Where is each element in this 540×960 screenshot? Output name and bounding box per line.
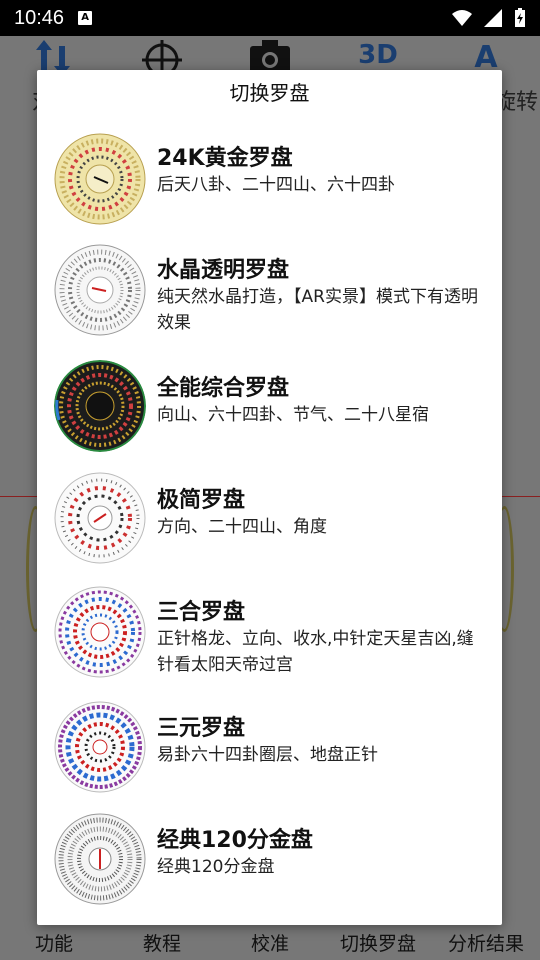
item-title: 极简罗盘 (157, 488, 246, 513)
item-title: 三合罗盘 (157, 600, 246, 625)
compass-option-gold[interactable]: 24K黄金罗盘 后天八卦、二十四山、六十四卦 (37, 128, 502, 234)
switch-compass-dialog: 切换罗盘 24K黄金罗盘 后天八卦、二十四山、六十四卦 水晶透明罗盘 纯天然水晶… (37, 70, 502, 925)
item-title: 三元罗盘 (157, 716, 246, 741)
nav-analysis[interactable]: 分析结果 (432, 929, 540, 956)
item-desc: 纯天然水晶打造，【AR实景】模式下有透明效果 (157, 287, 478, 333)
item-title: 24K黄金罗盘 (157, 146, 293, 171)
nav-calibrate[interactable]: 校准 (216, 929, 324, 956)
bottom-nav: 功能 教程 校准 切换罗盘 分析结果 (0, 924, 540, 960)
compass-option-sanhe[interactable]: 三合罗盘 正针格龙、立向、收水,中针定天星吉凶,缝针看太阳天帝过宫 (37, 584, 502, 696)
minimal-compass-icon (54, 472, 146, 564)
status-bar: 10:46 A (0, 0, 540, 36)
dialog-title: 切换罗盘 (229, 81, 310, 105)
compass-option-classic120[interactable]: 经典120分金盘 经典120分金盘 (37, 812, 502, 912)
compass-option-crystal[interactable]: 水晶透明罗盘 纯天然水晶打造，【AR实景】模式下有透明效果 (37, 242, 502, 358)
item-desc: 经典120分金盘 (157, 857, 275, 877)
item-title: 经典120分金盘 (157, 828, 313, 853)
nav-function[interactable]: 功能 (0, 929, 108, 956)
notification-badge-icon: A (78, 11, 93, 25)
item-desc: 正针格龙、立向、收水,中针定天星吉凶,缝针看太阳天帝过宫 (157, 629, 474, 675)
battery-icon (515, 8, 525, 27)
status-icons (452, 8, 526, 28)
compass-option-minimal[interactable]: 极简罗盘 方向、二十四山、角度 (37, 472, 502, 572)
nav-tutorial[interactable]: 教程 (108, 929, 216, 956)
dark-compass-icon (54, 360, 146, 452)
wifi-icon (452, 10, 472, 26)
crystal-compass-icon (54, 244, 146, 336)
compass-option-comprehensive[interactable]: 全能综合罗盘 向山、六十四卦、节气、二十八星宿 (37, 360, 502, 460)
item-title: 全能综合罗盘 (157, 376, 290, 401)
status-time: 10:46 (14, 6, 65, 29)
compass-option-sanyuan[interactable]: 三元罗盘 易卦六十四卦圈层、地盘正针 (37, 700, 502, 800)
sanyuan-compass-icon (54, 701, 146, 793)
gold-compass-icon (54, 133, 146, 225)
sanhe-compass-icon (54, 586, 146, 678)
classic-compass-icon (54, 813, 146, 905)
signal-icon (484, 9, 502, 27)
nav-switch-compass[interactable]: 切换罗盘 (324, 929, 432, 956)
item-desc: 后天八卦、二十四山、六十四卦 (157, 175, 395, 195)
item-desc: 方向、二十四山、角度 (157, 517, 327, 537)
3d-icon[interactable]: 3D (348, 40, 408, 70)
item-desc: 向山、六十四卦、节气、二十八星宿 (157, 405, 429, 425)
item-desc: 易卦六十四卦圈层、地盘正针 (157, 745, 378, 765)
item-title: 水晶透明罗盘 (157, 258, 290, 283)
